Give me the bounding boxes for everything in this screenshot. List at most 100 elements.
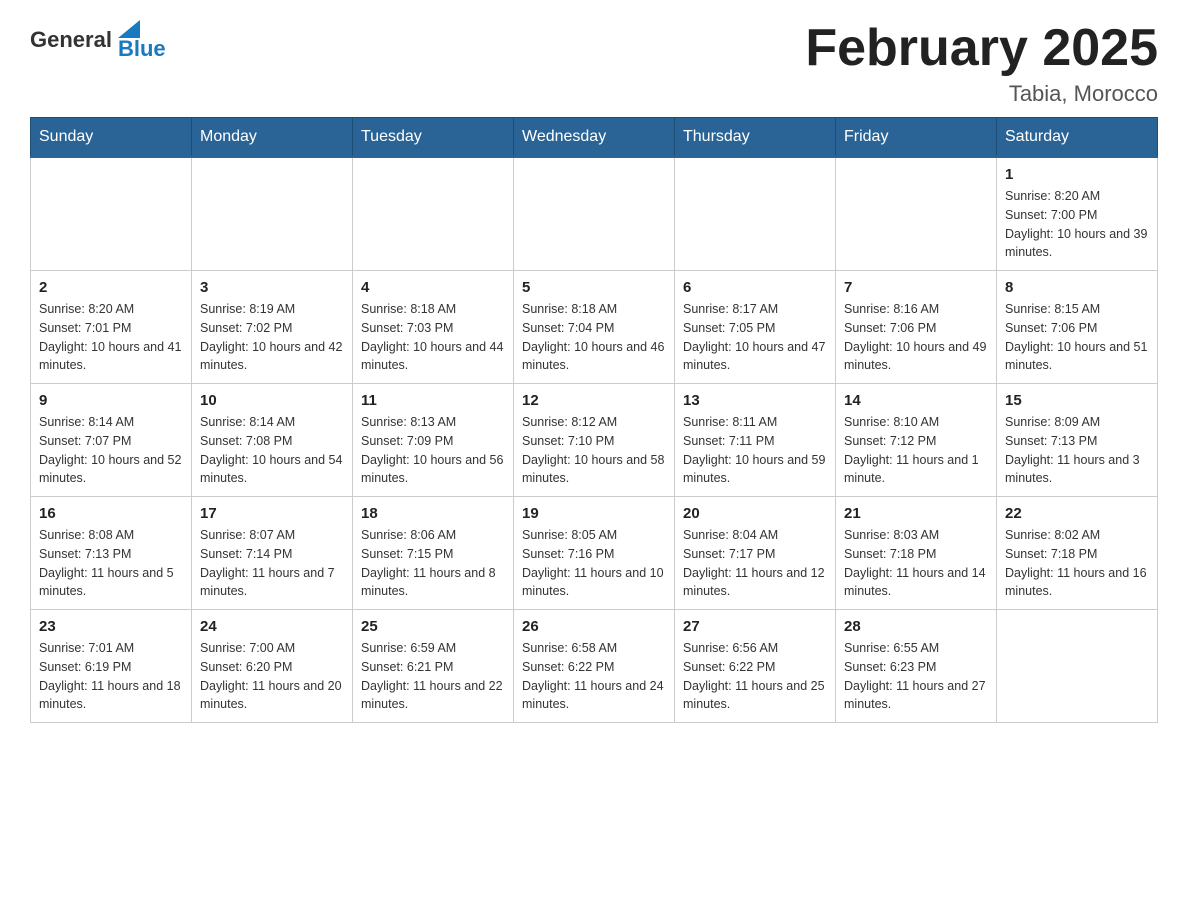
week-row-1: 1 Sunrise: 8:20 AMSunset: 7:00 PMDaylight…: [31, 157, 1158, 271]
calendar-cell: 25 Sunrise: 6:59 AMSunset: 6:21 PMDayligh…: [353, 610, 514, 723]
day-number: 12: [522, 392, 666, 409]
calendar-cell: [836, 157, 997, 271]
week-row-4: 16 Sunrise: 8:08 AMSunset: 7:13 PMDayligh…: [31, 497, 1158, 610]
day-number: 24: [200, 618, 344, 635]
calendar-header-row: SundayMondayTuesdayWednesdayThursdayFrid…: [31, 118, 1158, 158]
day-number: 22: [1005, 505, 1149, 522]
month-title: February 2025: [805, 20, 1158, 77]
calendar-cell: [997, 610, 1158, 723]
day-info: Sunrise: 8:02 AMSunset: 7:18 PMDaylight:…: [1005, 526, 1149, 601]
day-number: 2: [39, 279, 183, 296]
calendar-cell: 2 Sunrise: 8:20 AMSunset: 7:01 PMDaylight…: [31, 271, 192, 384]
calendar-cell: 7 Sunrise: 8:16 AMSunset: 7:06 PMDaylight…: [836, 271, 997, 384]
calendar-cell: 12 Sunrise: 8:12 AMSunset: 7:10 PMDayligh…: [514, 384, 675, 497]
calendar-cell: 3 Sunrise: 8:19 AMSunset: 7:02 PMDaylight…: [192, 271, 353, 384]
title-block: February 2025 Tabia, Morocco: [805, 20, 1158, 107]
calendar-cell: 22 Sunrise: 8:02 AMSunset: 7:18 PMDayligh…: [997, 497, 1158, 610]
day-number: 27: [683, 618, 827, 635]
day-info: Sunrise: 8:10 AMSunset: 7:12 PMDaylight:…: [844, 413, 988, 488]
day-number: 1: [1005, 166, 1149, 183]
calendar-cell: 4 Sunrise: 8:18 AMSunset: 7:03 PMDaylight…: [353, 271, 514, 384]
day-info: Sunrise: 8:17 AMSunset: 7:05 PMDaylight:…: [683, 300, 827, 375]
day-info: Sunrise: 8:18 AMSunset: 7:03 PMDaylight:…: [361, 300, 505, 375]
calendar-cell: 11Sunrise: 8:13 AMSunset: 7:09 PMDayligh…: [353, 384, 514, 497]
day-info: Sunrise: 8:03 AMSunset: 7:18 PMDaylight:…: [844, 526, 988, 601]
day-number: 28: [844, 618, 988, 635]
day-info: Sunrise: 8:14 AMSunset: 7:08 PMDaylight:…: [200, 413, 344, 488]
day-number: 4: [361, 279, 505, 296]
day-info: Sunrise: 6:59 AMSunset: 6:21 PMDaylight:…: [361, 639, 505, 714]
location-label: Tabia, Morocco: [805, 81, 1158, 107]
calendar-cell: 27 Sunrise: 6:56 AMSunset: 6:22 PMDayligh…: [675, 610, 836, 723]
day-number: 14: [844, 392, 988, 409]
header-monday: Monday: [192, 118, 353, 158]
calendar-cell: 16 Sunrise: 8:08 AMSunset: 7:13 PMDayligh…: [31, 497, 192, 610]
calendar-cell: 18 Sunrise: 8:06 AMSunset: 7:15 PMDayligh…: [353, 497, 514, 610]
day-info: Sunrise: 8:12 AMSunset: 7:10 PMDaylight:…: [522, 413, 666, 488]
day-number: 26: [522, 618, 666, 635]
week-row-2: 2 Sunrise: 8:20 AMSunset: 7:01 PMDaylight…: [31, 271, 1158, 384]
day-number: 10: [200, 392, 344, 409]
calendar-cell: 26Sunrise: 6:58 AMSunset: 6:22 PMDayligh…: [514, 610, 675, 723]
logo-blue-text: Blue: [118, 38, 166, 60]
week-row-3: 9Sunrise: 8:14 AMSunset: 7:07 PMDaylight…: [31, 384, 1158, 497]
calendar-table: SundayMondayTuesdayWednesdayThursdayFrid…: [30, 117, 1158, 723]
calendar-cell: 9Sunrise: 8:14 AMSunset: 7:07 PMDaylight…: [31, 384, 192, 497]
calendar-cell: 8 Sunrise: 8:15 AMSunset: 7:06 PMDaylight…: [997, 271, 1158, 384]
day-info: Sunrise: 8:20 AMSunset: 7:00 PMDaylight:…: [1005, 187, 1149, 262]
page-header: General Blue February 2025 Tabia, Morocc…: [30, 20, 1158, 107]
day-info: Sunrise: 8:04 AMSunset: 7:17 PMDaylight:…: [683, 526, 827, 601]
calendar-cell: [514, 157, 675, 271]
calendar-cell: 19Sunrise: 8:05 AMSunset: 7:16 PMDayligh…: [514, 497, 675, 610]
day-info: Sunrise: 8:15 AMSunset: 7:06 PMDaylight:…: [1005, 300, 1149, 375]
calendar-cell: 1 Sunrise: 8:20 AMSunset: 7:00 PMDaylight…: [997, 157, 1158, 271]
week-row-5: 23 Sunrise: 7:01 AMSunset: 6:19 PMDayligh…: [31, 610, 1158, 723]
day-number: 18: [361, 505, 505, 522]
calendar-cell: [675, 157, 836, 271]
day-info: Sunrise: 6:56 AMSunset: 6:22 PMDaylight:…: [683, 639, 827, 714]
day-number: 17: [200, 505, 344, 522]
day-number: 21: [844, 505, 988, 522]
calendar-cell: 6Sunrise: 8:17 AMSunset: 7:05 PMDaylight…: [675, 271, 836, 384]
day-info: Sunrise: 6:55 AMSunset: 6:23 PMDaylight:…: [844, 639, 988, 714]
day-number: 15: [1005, 392, 1149, 409]
day-number: 23: [39, 618, 183, 635]
day-info: Sunrise: 8:14 AMSunset: 7:07 PMDaylight:…: [39, 413, 183, 488]
calendar-cell: 13 Sunrise: 8:11 AMSunset: 7:11 PMDayligh…: [675, 384, 836, 497]
header-thursday: Thursday: [675, 118, 836, 158]
header-wednesday: Wednesday: [514, 118, 675, 158]
calendar-cell: 5 Sunrise: 8:18 AMSunset: 7:04 PMDaylight…: [514, 271, 675, 384]
day-number: 16: [39, 505, 183, 522]
day-number: 3: [200, 279, 344, 296]
header-friday: Friday: [836, 118, 997, 158]
calendar-cell: 17Sunrise: 8:07 AMSunset: 7:14 PMDayligh…: [192, 497, 353, 610]
day-info: Sunrise: 8:19 AMSunset: 7:02 PMDaylight:…: [200, 300, 344, 375]
day-info: Sunrise: 8:06 AMSunset: 7:15 PMDaylight:…: [361, 526, 505, 601]
calendar-cell: [192, 157, 353, 271]
day-number: 7: [844, 279, 988, 296]
day-number: 20: [683, 505, 827, 522]
calendar-cell: 21 Sunrise: 8:03 AMSunset: 7:18 PMDayligh…: [836, 497, 997, 610]
day-number: 11: [361, 392, 505, 409]
day-number: 5: [522, 279, 666, 296]
day-info: Sunrise: 8:11 AMSunset: 7:11 PMDaylight:…: [683, 413, 827, 488]
day-info: Sunrise: 8:09 AMSunset: 7:13 PMDaylight:…: [1005, 413, 1149, 488]
day-info: Sunrise: 8:08 AMSunset: 7:13 PMDaylight:…: [39, 526, 183, 601]
calendar-cell: 10 Sunrise: 8:14 AMSunset: 7:08 PMDayligh…: [192, 384, 353, 497]
day-number: 8: [1005, 279, 1149, 296]
logo: General Blue: [30, 20, 166, 60]
calendar-cell: 24 Sunrise: 7:00 AMSunset: 6:20 PMDayligh…: [192, 610, 353, 723]
day-info: Sunrise: 8:16 AMSunset: 7:06 PMDaylight:…: [844, 300, 988, 375]
day-number: 13: [683, 392, 827, 409]
calendar-cell: 14 Sunrise: 8:10 AMSunset: 7:12 PMDayligh…: [836, 384, 997, 497]
day-info: Sunrise: 8:20 AMSunset: 7:01 PMDaylight:…: [39, 300, 183, 375]
header-saturday: Saturday: [997, 118, 1158, 158]
day-number: 19: [522, 505, 666, 522]
day-info: Sunrise: 7:01 AMSunset: 6:19 PMDaylight:…: [39, 639, 183, 714]
day-info: Sunrise: 8:18 AMSunset: 7:04 PMDaylight:…: [522, 300, 666, 375]
calendar-cell: 28 Sunrise: 6:55 AMSunset: 6:23 PMDayligh…: [836, 610, 997, 723]
calendar-cell: [353, 157, 514, 271]
day-info: Sunrise: 7:00 AMSunset: 6:20 PMDaylight:…: [200, 639, 344, 714]
calendar-cell: 20 Sunrise: 8:04 AMSunset: 7:17 PMDayligh…: [675, 497, 836, 610]
day-number: 25: [361, 618, 505, 635]
